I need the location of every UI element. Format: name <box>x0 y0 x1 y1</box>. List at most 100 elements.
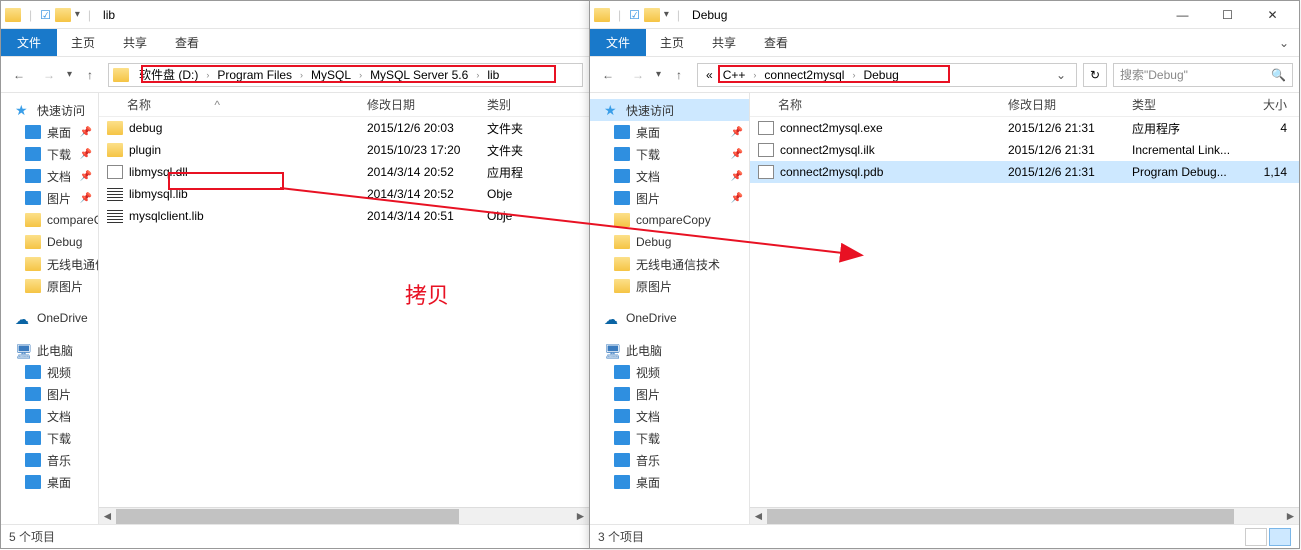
sidebar-downloads[interactable]: 下载📌 <box>590 143 749 165</box>
breadcrumb-item[interactable]: 软件盘 (D:) <box>135 66 202 83</box>
sidebar-music[interactable]: 音乐 <box>590 449 749 471</box>
scrollbar-horizontal[interactable]: ◄ ► <box>99 507 589 524</box>
file-row[interactable]: mysqlclient.lib2014/3/14 20:51Obje <box>99 205 589 227</box>
breadcrumb-item[interactable]: connect2mysql <box>760 68 848 82</box>
refresh-button[interactable]: ↻ <box>1083 63 1107 87</box>
sidebar-onedrive[interactable]: ☁OneDrive <box>590 307 749 329</box>
sidebar-folder[interactable]: 原图片 <box>1 275 98 297</box>
sidebar-videos[interactable]: 视频 <box>1 361 98 383</box>
col-type[interactable]: 类别 <box>479 96 589 113</box>
qat-properties-icon[interactable]: ☑ <box>40 8 51 22</box>
file-row[interactable]: connect2mysql.ilk2015/12/6 21:31Incremen… <box>750 139 1299 161</box>
maximize-button[interactable]: ☐ <box>1205 1 1250 29</box>
back-button[interactable]: ← <box>7 63 31 87</box>
ribbon-home-tab[interactable]: 主页 <box>646 29 698 56</box>
view-icons-button[interactable] <box>1269 528 1291 546</box>
file-row[interactable]: debug2015/12/6 20:03文件夹 <box>99 117 589 139</box>
ribbon-file-tab[interactable]: 文件 <box>1 29 57 56</box>
sidebar-downloads[interactable]: 下载📌 <box>1 143 98 165</box>
forward-button[interactable]: → <box>626 63 650 87</box>
up-button[interactable]: ↑ <box>78 63 102 87</box>
scrollbar-horizontal[interactable]: ◄ ► <box>750 507 1299 524</box>
sidebar-documents[interactable]: 文档📌 <box>1 165 98 187</box>
qat-dropdown-icon[interactable]: ▾ <box>75 9 80 20</box>
address-dropdown-icon[interactable]: ⌄ <box>1050 68 1072 82</box>
col-name[interactable]: 名称 ^ <box>99 96 359 113</box>
breadcrumb-item[interactable]: Program Files <box>213 68 296 82</box>
col-date[interactable]: 修改日期 <box>359 96 479 113</box>
sidebar-folder[interactable]: 原图片 <box>590 275 749 297</box>
search-icon[interactable]: 🔍 <box>1271 68 1286 82</box>
file-row[interactable]: connect2mysql.exe2015/12/6 21:31应用程序4 <box>750 117 1299 139</box>
qat-dropdown-icon[interactable]: ▾ <box>664 9 669 20</box>
breadcrumb-item[interactable]: MySQL <box>307 68 355 82</box>
scroll-left-icon[interactable]: ◄ <box>99 509 116 523</box>
scrollbar-thumb[interactable] <box>116 509 459 524</box>
sidebar-folder[interactable]: 无线电通信技术 <box>1 253 98 275</box>
sidebar-videos[interactable]: 视频 <box>590 361 749 383</box>
file-row[interactable]: libmysql.lib2014/3/14 20:52Obje <box>99 183 589 205</box>
qat-properties-icon[interactable]: ☑ <box>629 8 640 22</box>
sidebar-quick-access[interactable]: ★快速访问 <box>1 99 98 121</box>
sidebar-pictures[interactable]: 图片 <box>1 383 98 405</box>
sidebar-documents[interactable]: 文档📌 <box>590 165 749 187</box>
qat-newfolder-icon[interactable] <box>644 8 660 22</box>
file-row[interactable]: libmysql.dll2014/3/14 20:52应用程 <box>99 161 589 183</box>
breadcrumb-item[interactable]: MySQL Server 5.6 <box>366 68 472 82</box>
ribbon-home-tab[interactable]: 主页 <box>57 29 109 56</box>
history-dropdown-icon[interactable]: ▾ <box>67 69 72 80</box>
sidebar-thispc[interactable]: 🖥此电脑 <box>590 339 749 361</box>
sidebar-downloads[interactable]: 下载 <box>1 427 98 449</box>
close-button[interactable]: ✕ <box>1250 1 1295 29</box>
sidebar-documents[interactable]: 文档 <box>590 405 749 427</box>
ribbon-share-tab[interactable]: 共享 <box>109 29 161 56</box>
sidebar-thispc[interactable]: 🖥此电脑 <box>1 339 98 361</box>
sidebar-pictures[interactable]: 图片📌 <box>1 187 98 209</box>
ribbon-file-tab[interactable]: 文件 <box>590 29 646 56</box>
breadcrumb-item[interactable]: Debug <box>859 68 902 82</box>
sidebar-folder[interactable]: compareCopyC <box>1 209 98 231</box>
sidebar-folder[interactable]: compareCopy <box>590 209 749 231</box>
sidebar-folder[interactable]: Debug <box>1 231 98 253</box>
col-type[interactable]: 类型 <box>1124 96 1234 113</box>
ribbon-expand-icon[interactable]: ⌄ <box>1269 29 1299 56</box>
sidebar-pictures[interactable]: 图片 <box>590 383 749 405</box>
qat-newfolder-icon[interactable] <box>55 8 71 22</box>
col-size[interactable]: 大小 <box>1234 96 1299 113</box>
breadcrumb-overflow[interactable]: « <box>702 68 717 82</box>
history-dropdown-icon[interactable]: ▾ <box>656 69 661 80</box>
sidebar-quick-access[interactable]: ★快速访问 <box>590 99 749 121</box>
forward-button[interactable]: → <box>37 63 61 87</box>
sidebar-pictures[interactable]: 图片📌 <box>590 187 749 209</box>
sidebar-desktop[interactable]: 桌面 <box>1 471 98 493</box>
scroll-right-icon[interactable]: ► <box>572 509 589 523</box>
sidebar-desktop[interactable]: 桌面📌 <box>1 121 98 143</box>
search-input[interactable]: 搜索"Debug" 🔍 <box>1113 63 1293 87</box>
sidebar-onedrive[interactable]: ☁OneDrive <box>1 307 98 329</box>
ribbon-view-tab[interactable]: 查看 <box>161 29 213 56</box>
sidebar-music[interactable]: 音乐 <box>1 449 98 471</box>
scroll-left-icon[interactable]: ◄ <box>750 509 767 523</box>
file-row[interactable]: plugin2015/10/23 17:20文件夹 <box>99 139 589 161</box>
scrollbar-thumb[interactable] <box>767 509 1234 524</box>
breadcrumb-item[interactable]: lib <box>483 68 503 82</box>
sidebar-downloads[interactable]: 下载 <box>590 427 749 449</box>
sidebar-folder[interactable]: 无线电通信技术 <box>590 253 749 275</box>
back-button[interactable]: ← <box>596 63 620 87</box>
view-details-button[interactable] <box>1245 528 1267 546</box>
sidebar-desktop[interactable]: 桌面📌 <box>590 121 749 143</box>
minimize-button[interactable]: — <box>1160 1 1205 29</box>
scroll-right-icon[interactable]: ► <box>1282 509 1299 523</box>
breadcrumb-item[interactable]: C++ <box>719 68 750 82</box>
sidebar-desktop[interactable]: 桌面 <box>590 471 749 493</box>
ribbon-view-tab[interactable]: 查看 <box>750 29 802 56</box>
address-bar[interactable]: 软件盘 (D:)› Program Files› MySQL› MySQL Se… <box>108 63 583 87</box>
address-bar[interactable]: « C++› connect2mysql› Debug ⌄ <box>697 63 1077 87</box>
col-date[interactable]: 修改日期 <box>1000 96 1124 113</box>
sidebar-folder[interactable]: Debug <box>590 231 749 253</box>
col-name[interactable]: 名称 <box>750 96 1000 113</box>
file-row[interactable]: connect2mysql.pdb2015/12/6 21:31Program … <box>750 161 1299 183</box>
sidebar-documents[interactable]: 文档 <box>1 405 98 427</box>
up-button[interactable]: ↑ <box>667 63 691 87</box>
ribbon-share-tab[interactable]: 共享 <box>698 29 750 56</box>
